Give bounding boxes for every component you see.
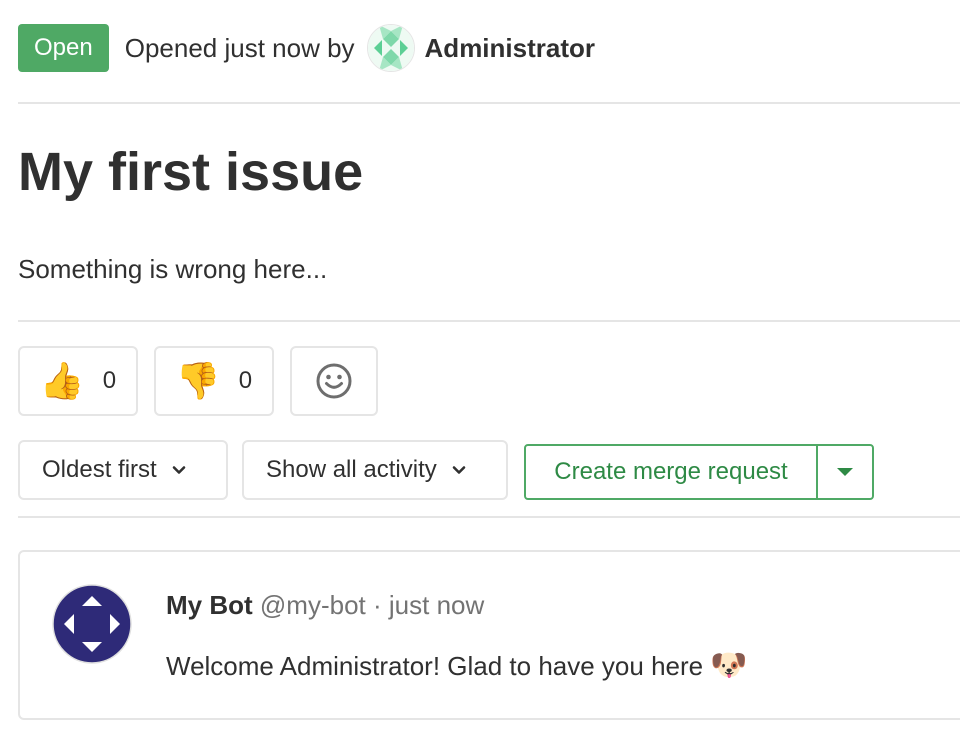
note-header: My Bot @my-bot · just now	[166, 590, 484, 621]
dog-emoji-icon: 🐶	[710, 649, 748, 682]
create-merge-request-group: Create merge request	[524, 444, 874, 500]
thumbs-up-button[interactable]: 👍 0	[18, 346, 138, 416]
note-card: My Bot @my-bot · just now Welcome Admini…	[18, 550, 960, 720]
add-reaction-button[interactable]	[290, 346, 378, 416]
bot-avatar[interactable]	[52, 584, 132, 664]
issue-page: Open Opened just now by Administrator My	[0, 0, 960, 742]
activity-divider	[18, 516, 960, 518]
author-name-link[interactable]: Administrator	[425, 33, 595, 64]
note-text: Welcome Administrator! Glad to have you …	[166, 651, 704, 681]
author-avatar[interactable]	[366, 24, 415, 72]
activity-filter-label: Show all activity	[266, 456, 437, 483]
issue-header: Open Opened just now by Administrator	[18, 24, 960, 72]
issue-title: My first issue	[18, 142, 364, 202]
thumbs-down-button[interactable]: 👎 0	[154, 346, 274, 416]
note-separator: ·	[373, 590, 382, 620]
thumbs-up-icon: 👍	[39, 360, 85, 401]
note-body: Welcome Administrator! Glad to have you …	[166, 648, 748, 683]
sort-dropdown-label: Oldest first	[42, 456, 157, 483]
thumbs-down-count: 0	[238, 367, 253, 394]
note-author-handle[interactable]: @my-bot	[260, 590, 366, 620]
thumbs-down-icon: 👎	[175, 360, 221, 401]
chevron-down-icon	[172, 466, 186, 474]
merge-request-options-toggle[interactable]	[816, 446, 872, 498]
note-author-name[interactable]: My Bot	[166, 590, 253, 620]
header-divider	[18, 102, 960, 104]
caret-down-icon	[837, 468, 853, 476]
status-badge: Open	[18, 24, 109, 72]
activity-filter-dropdown[interactable]: Show all activity	[242, 440, 508, 500]
description-divider	[18, 320, 960, 322]
sort-dropdown[interactable]: Oldest first	[18, 440, 228, 500]
issue-description: Something is wrong here...	[18, 254, 328, 284]
chevron-down-icon	[452, 466, 466, 474]
create-merge-request-button[interactable]: Create merge request	[526, 446, 816, 498]
smiley-icon	[316, 363, 352, 399]
opened-text: Opened just now by	[124, 32, 355, 63]
note-timestamp[interactable]: just now	[389, 590, 484, 620]
identicon-icon	[367, 25, 414, 71]
thumbs-up-count: 0	[102, 367, 117, 394]
